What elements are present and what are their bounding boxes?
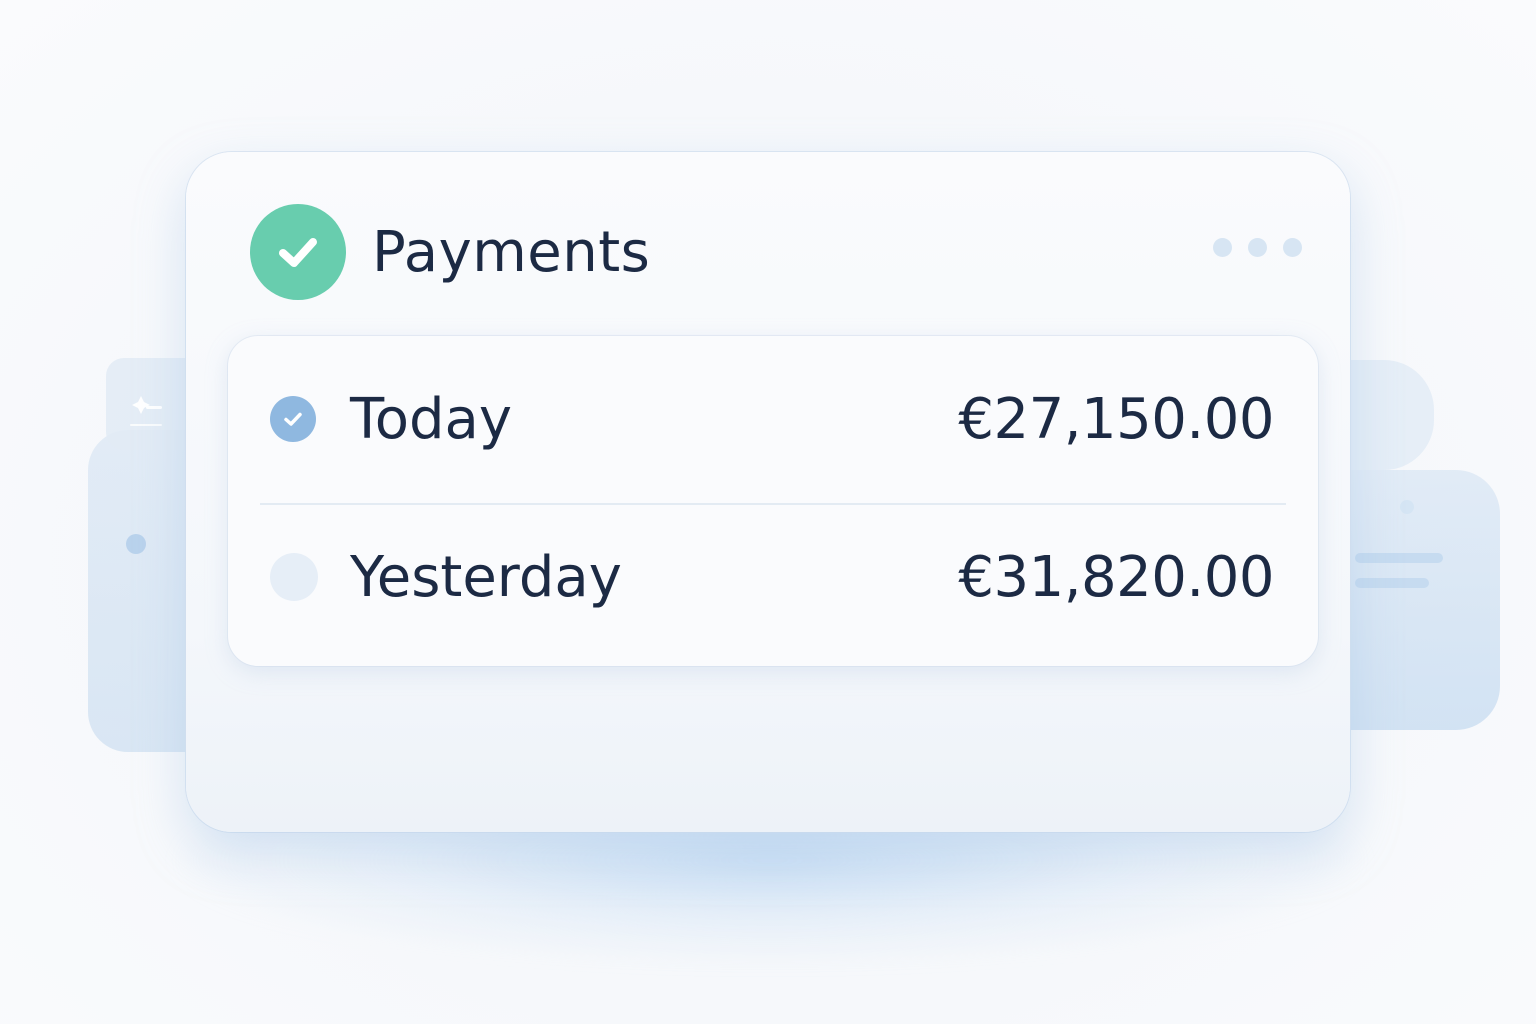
unchecked-circle-icon[interactable] (270, 553, 318, 601)
card-header: Payments (250, 204, 650, 300)
more-horizontal-icon (1248, 238, 1267, 257)
list-item-label: Today (350, 386, 512, 452)
check-circle-icon (250, 204, 346, 300)
list-item-label: Yesterday (350, 544, 622, 610)
payments-card: Payments Today €27,150.00 Yesterday €31,… (186, 152, 1350, 832)
more-horizontal-icon (1213, 238, 1232, 257)
background-line (1355, 553, 1443, 563)
more-horizontal-icon (1283, 238, 1302, 257)
background-line (1355, 578, 1429, 588)
list-item-amount: €31,820.00 (958, 544, 1274, 610)
background-dot (126, 534, 146, 554)
sparkle-list-icon (130, 396, 162, 426)
list-item-yesterday[interactable]: Yesterday €31,820.00 (228, 502, 1318, 652)
list-item-amount: €27,150.00 (958, 386, 1274, 452)
more-options-button[interactable] (1213, 238, 1302, 257)
checked-circle-icon[interactable] (270, 396, 316, 442)
list-item-today[interactable]: Today €27,150.00 (228, 344, 1318, 494)
card-title: Payments (372, 219, 651, 285)
background-dot (1400, 500, 1414, 514)
canvas: Payments Today €27,150.00 Yesterday €31,… (0, 0, 1536, 1024)
payments-list: Today €27,150.00 Yesterday €31,820.00 (228, 336, 1318, 666)
